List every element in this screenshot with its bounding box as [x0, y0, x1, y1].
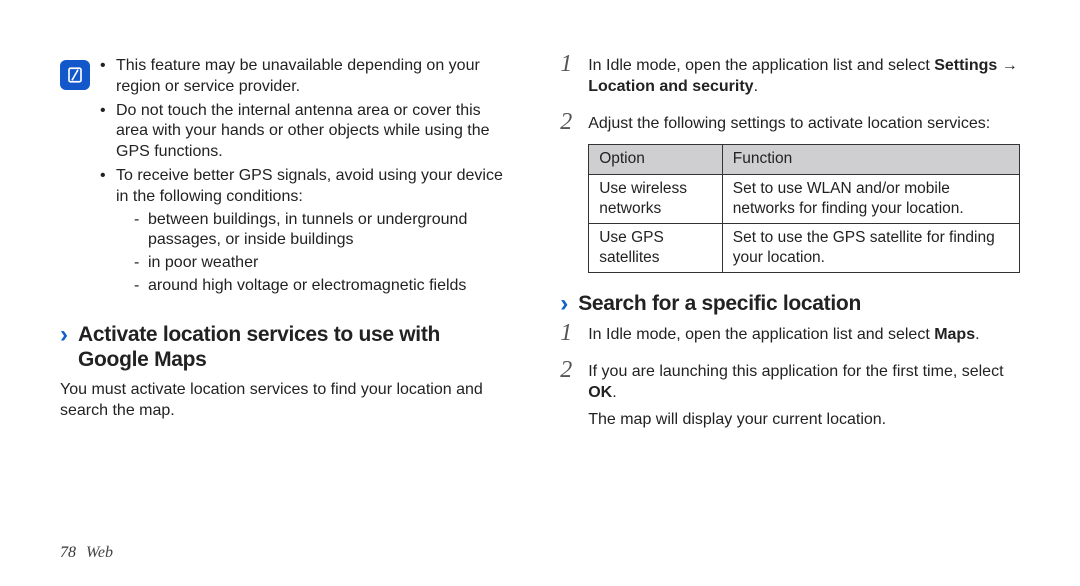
- step: In Idle mode, open the application list …: [560, 56, 1020, 98]
- options-table: Option Function Use wireless networks Se…: [588, 144, 1020, 273]
- section-heading-activate-location: › Activate location services to use with…: [60, 322, 510, 372]
- step-text-post: .: [612, 384, 616, 401]
- step-text-post: .: [975, 326, 979, 343]
- section-title: Activate location services to use with G…: [78, 322, 510, 372]
- step-text-pre: In Idle mode, open the application list …: [588, 57, 934, 74]
- section-lead: You must activate location services to f…: [60, 380, 510, 422]
- tip: This feature may be unavailable dependin…: [100, 56, 510, 98]
- step-text-pre: Adjust the following settings to activat…: [588, 115, 990, 132]
- tip: To receive better GPS signals, avoid usi…: [100, 166, 510, 297]
- step-text-pre: If you are launching this application fo…: [588, 363, 1003, 380]
- step-text-pre: In Idle mode, open the application list …: [588, 326, 934, 343]
- table-header-row: Option Function: [589, 145, 1020, 174]
- steps-search-location: In Idle mode, open the application list …: [560, 325, 1020, 430]
- chevron-right-icon: ›: [560, 291, 568, 317]
- step: Adjust the following settings to activat…: [560, 114, 1020, 274]
- tip: Do not touch the internal antenna area o…: [100, 101, 510, 163]
- sub-tip: between buildings, in tunnels or undergr…: [134, 210, 510, 252]
- note-icon: [60, 60, 90, 90]
- section-name: Web: [86, 544, 113, 562]
- step-text-bold: Maps: [934, 326, 975, 343]
- section-title: Search for a specific location: [578, 291, 861, 316]
- table-row: Use wireless networks Set to use WLAN an…: [589, 174, 1020, 223]
- sub-tip: around high voltage or electromagnetic f…: [134, 276, 510, 297]
- table-cell-function: Set to use WLAN and/or mobile networks f…: [722, 174, 1019, 223]
- page-footer: 78 Web: [60, 544, 113, 562]
- step-followup: The map will display your current locati…: [588, 410, 1020, 431]
- table-header-option: Option: [589, 145, 723, 174]
- right-column: In Idle mode, open the application list …: [560, 56, 1020, 586]
- step: If you are launching this application fo…: [560, 362, 1020, 430]
- section-heading-search-location: › Search for a specific location: [560, 291, 1020, 317]
- page-number: 78: [60, 544, 76, 562]
- table-header-function: Function: [722, 145, 1019, 174]
- table-cell-option: Use GPS satellites: [589, 223, 723, 272]
- step: In Idle mode, open the application list …: [560, 325, 1020, 346]
- steps-activate-location: In Idle mode, open the application list …: [560, 56, 1020, 273]
- step-text-post: .: [754, 78, 758, 95]
- table-cell-function: Set to use the GPS satellite for finding…: [722, 223, 1019, 272]
- manual-page: This feature may be unavailable dependin…: [0, 0, 1080, 586]
- left-column: This feature may be unavailable dependin…: [60, 56, 520, 586]
- table-cell-option: Use wireless networks: [589, 174, 723, 223]
- tips-list: This feature may be unavailable dependin…: [100, 56, 510, 300]
- note-block: This feature may be unavailable dependin…: [60, 56, 510, 300]
- tip-text: To receive better GPS signals, avoid usi…: [116, 167, 503, 205]
- step-text-bold: OK: [588, 384, 612, 401]
- chevron-right-icon: ›: [60, 322, 68, 348]
- sub-tip: in poor weather: [134, 253, 510, 274]
- sub-tips-list: between buildings, in tunnels or undergr…: [134, 210, 510, 297]
- table-row: Use GPS satellites Set to use the GPS sa…: [589, 223, 1020, 272]
